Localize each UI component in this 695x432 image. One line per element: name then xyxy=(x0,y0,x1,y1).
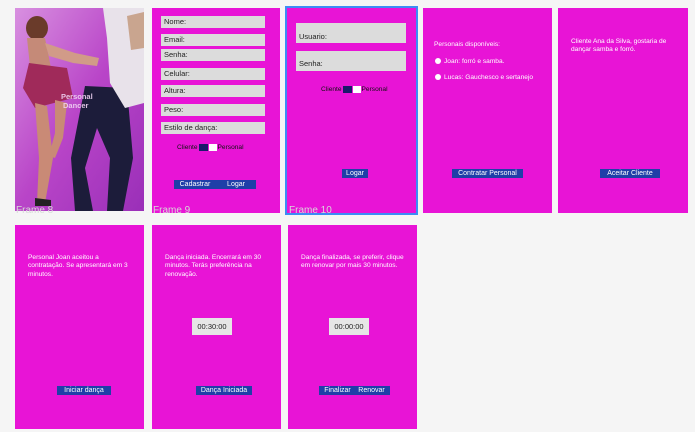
renovar-button[interactable]: Renovar xyxy=(353,386,390,395)
frame-8-splash: Personal Dancer xyxy=(15,8,144,211)
frame-13-contratado: Personal Joan aceitou a contratação. Se … xyxy=(15,225,144,429)
toggle-label-cliente: Cliente xyxy=(321,86,342,93)
role-toggle[interactable]: Cliente Personal xyxy=(177,144,244,151)
senha-field[interactable]: Senha: xyxy=(161,49,265,61)
frame-9-label: Frame 9 xyxy=(153,205,191,216)
toggle-label-personal: Personal xyxy=(217,144,244,151)
iniciar-danca-button[interactable]: Iniciar dança xyxy=(57,386,111,395)
toggle-personal-switch[interactable] xyxy=(352,86,361,93)
peso-field[interactable]: Peso: xyxy=(161,104,265,116)
personais-title: Personais disponíveis: xyxy=(434,41,500,48)
cadastrar-button[interactable]: Cadastrar xyxy=(174,180,216,189)
frame-15-finalizada: Dança finalizada, se preferir, clique em… xyxy=(288,225,417,429)
senha-login-field[interactable]: Senha: xyxy=(296,51,406,71)
personal-item-joan[interactable]: Joan: forró e samba. xyxy=(435,58,504,66)
frame-10-login: Usuario: Senha: Cliente Personal Logar xyxy=(285,6,418,215)
toggle-label-personal: Personal xyxy=(361,86,388,93)
frame-9-register: Nome: Email: Senha: Celular: Altura: Pes… xyxy=(152,8,280,213)
danca-iniciada-text: Dança iniciada. Encerrará em 30 minutos.… xyxy=(165,254,262,278)
altura-field[interactable]: Altura: xyxy=(161,85,265,97)
toggle-personal-switch[interactable] xyxy=(208,144,217,151)
frame-12-aceitar: Cliente Ana da Silva, gostaria de dançar… xyxy=(558,8,688,213)
email-field[interactable]: Email: xyxy=(161,34,265,46)
radio-icon[interactable] xyxy=(435,74,441,81)
app-logo: Personal Dancer xyxy=(61,92,93,110)
frame-11-personais: Personais disponíveis: Joan: forró e sam… xyxy=(423,8,552,213)
nome-field[interactable]: Nome: xyxy=(161,16,265,28)
timer-display: 00:30:00 xyxy=(192,318,232,335)
cliente-request-text: Cliente Ana da Silva, gostaria de dançar… xyxy=(571,38,667,54)
personal-item-lucas[interactable]: Lucas: Gauchesco e sertanejo xyxy=(435,74,533,82)
contratar-personal-button[interactable]: Contratar Personal xyxy=(452,169,523,178)
logar-button[interactable]: Logar xyxy=(216,180,256,189)
contratacao-text: Personal Joan aceitou a contratação. Se … xyxy=(28,254,128,278)
frame-8-label: Frame 8 xyxy=(16,205,54,216)
danca-iniciada-button[interactable]: Dança Iniciada xyxy=(196,386,252,395)
login-role-toggle[interactable]: Cliente Personal xyxy=(321,86,388,93)
usuario-field[interactable]: Usuario: xyxy=(296,23,406,43)
frame-10-label: Frame 10 xyxy=(289,205,332,216)
estilo-danca-field[interactable]: Estilo de dança: xyxy=(161,122,265,134)
toggle-cliente-switch[interactable] xyxy=(198,144,208,151)
danca-finalizada-text: Dança finalizada, se preferir, clique em… xyxy=(301,254,404,270)
frame-14-iniciada: Dança iniciada. Encerrará em 30 minutos.… xyxy=(152,225,281,429)
timer-display: 00:00:00 xyxy=(329,318,369,335)
finalizar-button[interactable]: Finalizar xyxy=(319,386,356,395)
aceitar-cliente-button[interactable]: Aceitar Cliente xyxy=(600,169,660,178)
radio-icon[interactable] xyxy=(435,58,441,65)
celular-field[interactable]: Celular: xyxy=(161,68,265,80)
logar-button[interactable]: Logar xyxy=(342,169,368,178)
toggle-cliente-switch[interactable] xyxy=(342,86,352,93)
toggle-label-cliente: Cliente xyxy=(177,144,198,151)
